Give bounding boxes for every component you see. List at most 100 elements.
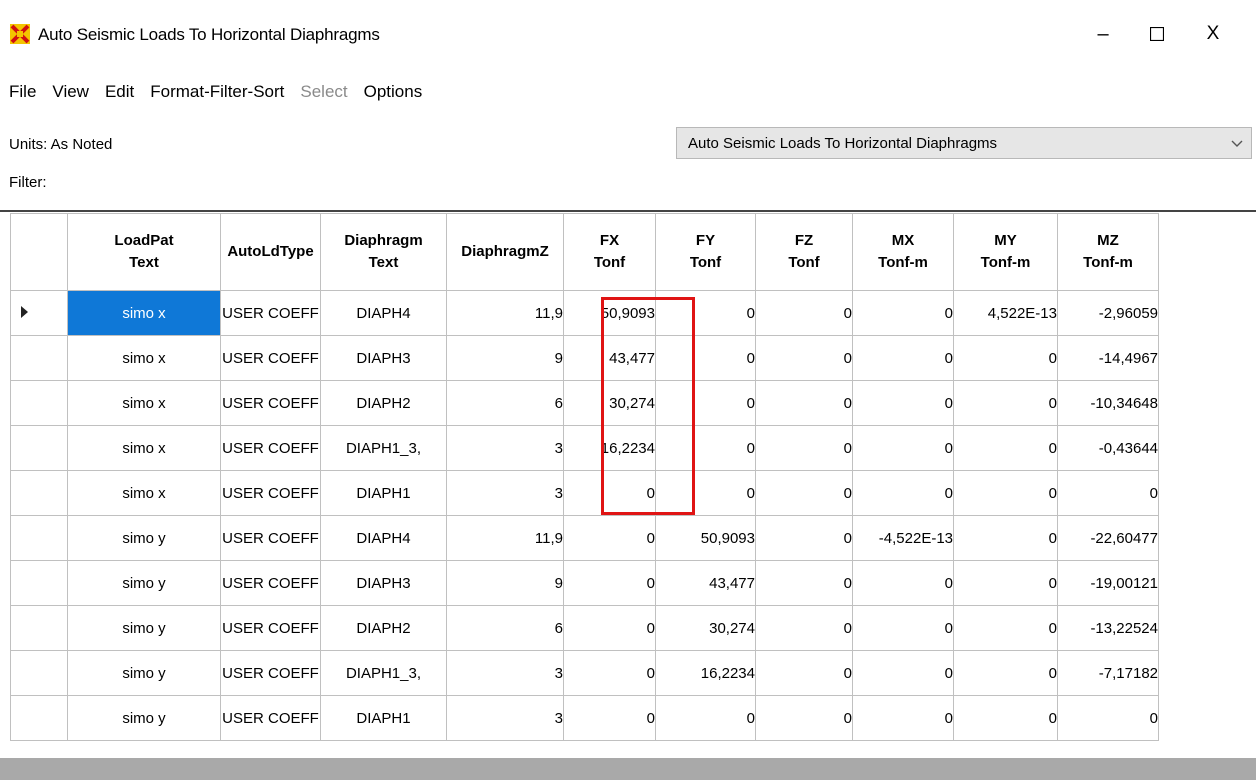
column-header-diaphragmz[interactable]: DiaphragmZ: [446, 213, 564, 291]
table-cell[interactable]: 3: [446, 695, 564, 741]
table-cell[interactable]: 4,522E-13: [953, 290, 1058, 336]
table-cell[interactable]: 0: [953, 335, 1058, 381]
table-cell[interactable]: 0: [852, 650, 954, 696]
table-cell[interactable]: DIAPH1: [320, 470, 447, 516]
row-header[interactable]: [10, 650, 68, 696]
table-cell[interactable]: simo y: [67, 695, 221, 741]
table-row[interactable]: simo y USER COEFF DIAPH1_3, 3 0 16,2234 0 0 0 -7,…: [10, 650, 1159, 696]
table-cell[interactable]: USER COEFF: [220, 470, 321, 516]
column-header-fz[interactable]: FZ Tonf: [755, 213, 853, 291]
table-cell[interactable]: USER COEFF: [220, 380, 321, 426]
table-cell[interactable]: USER COEFF: [220, 650, 321, 696]
row-header[interactable]: [10, 380, 68, 426]
table-cell[interactable]: 0: [755, 515, 853, 561]
table-cell[interactable]: 9: [446, 335, 564, 381]
table-cell[interactable]: 50,9093: [563, 290, 656, 336]
row-header[interactable]: [10, 695, 68, 741]
table-cell[interactable]: 30,274: [655, 605, 756, 651]
table-cell[interactable]: simo y: [67, 605, 221, 651]
table-cell[interactable]: -19,00121: [1057, 560, 1159, 606]
table-cell[interactable]: 43,477: [563, 335, 656, 381]
table-cell[interactable]: simo x: [67, 470, 221, 516]
row-header[interactable]: [10, 290, 68, 336]
table-row[interactable]: simo x USER COEFF DIAPH1_3, 3 16,2234 0 0 0 0 -0,…: [10, 425, 1159, 471]
table-cell[interactable]: 0: [655, 695, 756, 741]
table-cell[interactable]: 50,9093: [655, 515, 756, 561]
column-header-autoldtype[interactable]: AutoLdType: [220, 213, 321, 291]
table-cell[interactable]: -10,34648: [1057, 380, 1159, 426]
table-cell[interactable]: USER COEFF: [220, 515, 321, 561]
row-header[interactable]: [10, 425, 68, 471]
table-cell[interactable]: 0: [852, 470, 954, 516]
table-cell[interactable]: USER COEFF: [220, 425, 321, 471]
table-cell[interactable]: 0: [755, 605, 853, 651]
table-cell[interactable]: 0: [852, 695, 954, 741]
menu-file[interactable]: File: [0, 78, 44, 106]
table-cell[interactable]: -0,43644: [1057, 425, 1159, 471]
table-row[interactable]: simo y USER COEFF DIAPH1 3 0 0 0 0 0 0: [10, 695, 1159, 741]
table-cell[interactable]: 0: [755, 560, 853, 606]
table-cell[interactable]: simo x: [67, 335, 221, 381]
table-cell[interactable]: 0: [953, 695, 1058, 741]
table-cell[interactable]: 0: [563, 470, 656, 516]
table-cell[interactable]: simo x: [67, 290, 221, 336]
row-header[interactable]: [10, 470, 68, 516]
table-cell[interactable]: -4,522E-13: [852, 515, 954, 561]
table-cell[interactable]: DIAPH1_3,: [320, 425, 447, 471]
table-cell[interactable]: 0: [953, 425, 1058, 471]
table-cell[interactable]: DIAPH3: [320, 335, 447, 381]
table-cell[interactable]: 0: [563, 695, 656, 741]
table-cell[interactable]: 0: [755, 470, 853, 516]
table-cell[interactable]: simo y: [67, 560, 221, 606]
table-cell[interactable]: 43,477: [655, 560, 756, 606]
table-cell[interactable]: USER COEFF: [220, 335, 321, 381]
table-cell[interactable]: -7,17182: [1057, 650, 1159, 696]
table-cell[interactable]: 11,9: [446, 515, 564, 561]
column-header-mz[interactable]: MZ Tonf-m: [1057, 213, 1159, 291]
table-cell[interactable]: 3: [446, 470, 564, 516]
table-cell[interactable]: 0: [1057, 470, 1159, 516]
table-cell[interactable]: 0: [655, 380, 756, 426]
table-cell[interactable]: 0: [953, 380, 1058, 426]
row-header[interactable]: [10, 335, 68, 381]
row-header[interactable]: [10, 605, 68, 651]
table-cell[interactable]: 0: [1057, 695, 1159, 741]
table-cell[interactable]: 3: [446, 425, 564, 471]
minimize-button[interactable]: –: [1080, 14, 1126, 54]
table-cell[interactable]: 0: [852, 560, 954, 606]
menu-view[interactable]: View: [44, 78, 97, 106]
table-cell[interactable]: DIAPH3: [320, 560, 447, 606]
table-row[interactable]: simo x USER COEFF DIAPH3 9 43,477 0 0 0 0 -14,496…: [10, 335, 1159, 381]
table-cell[interactable]: 0: [563, 560, 656, 606]
table-cell[interactable]: 0: [655, 425, 756, 471]
table-cell[interactable]: 0: [755, 695, 853, 741]
table-cell[interactable]: 0: [852, 380, 954, 426]
table-cell[interactable]: simo y: [67, 650, 221, 696]
table-row[interactable]: simo y USER COEFF DIAPH4 11,9 0 50,9093 0 -4,52…: [10, 515, 1159, 561]
column-header-fx[interactable]: FX Tonf: [563, 213, 656, 291]
table-cell[interactable]: 0: [655, 470, 756, 516]
table-selector-dropdown[interactable]: Auto Seismic Loads To Horizontal Diaphra…: [676, 127, 1252, 159]
table-cell[interactable]: DIAPH1: [320, 695, 447, 741]
table-cell[interactable]: 9: [446, 560, 564, 606]
table-cell[interactable]: 0: [563, 605, 656, 651]
maximize-button[interactable]: [1134, 14, 1180, 54]
table-cell[interactable]: 0: [755, 335, 853, 381]
table-cell[interactable]: 0: [953, 605, 1058, 651]
table-cell[interactable]: USER COEFF: [220, 695, 321, 741]
table-cell[interactable]: simo x: [67, 425, 221, 471]
menu-options[interactable]: Options: [356, 78, 431, 106]
table-cell[interactable]: 0: [852, 290, 954, 336]
table-cell[interactable]: 0: [563, 515, 656, 561]
table-cell[interactable]: 0: [852, 425, 954, 471]
table-cell[interactable]: 0: [852, 335, 954, 381]
table-cell[interactable]: 0: [953, 650, 1058, 696]
table-cell[interactable]: 16,2234: [655, 650, 756, 696]
table-cell[interactable]: DIAPH4: [320, 290, 447, 336]
table-cell[interactable]: USER COEFF: [220, 560, 321, 606]
table-cell[interactable]: DIAPH2: [320, 605, 447, 651]
table-cell[interactable]: 0: [953, 560, 1058, 606]
table-row[interactable]: simo y USER COEFF DIAPH2 6 0 30,274 0 0 0 -13,225…: [10, 605, 1159, 651]
table-cell[interactable]: 16,2234: [563, 425, 656, 471]
table-cell[interactable]: DIAPH2: [320, 380, 447, 426]
